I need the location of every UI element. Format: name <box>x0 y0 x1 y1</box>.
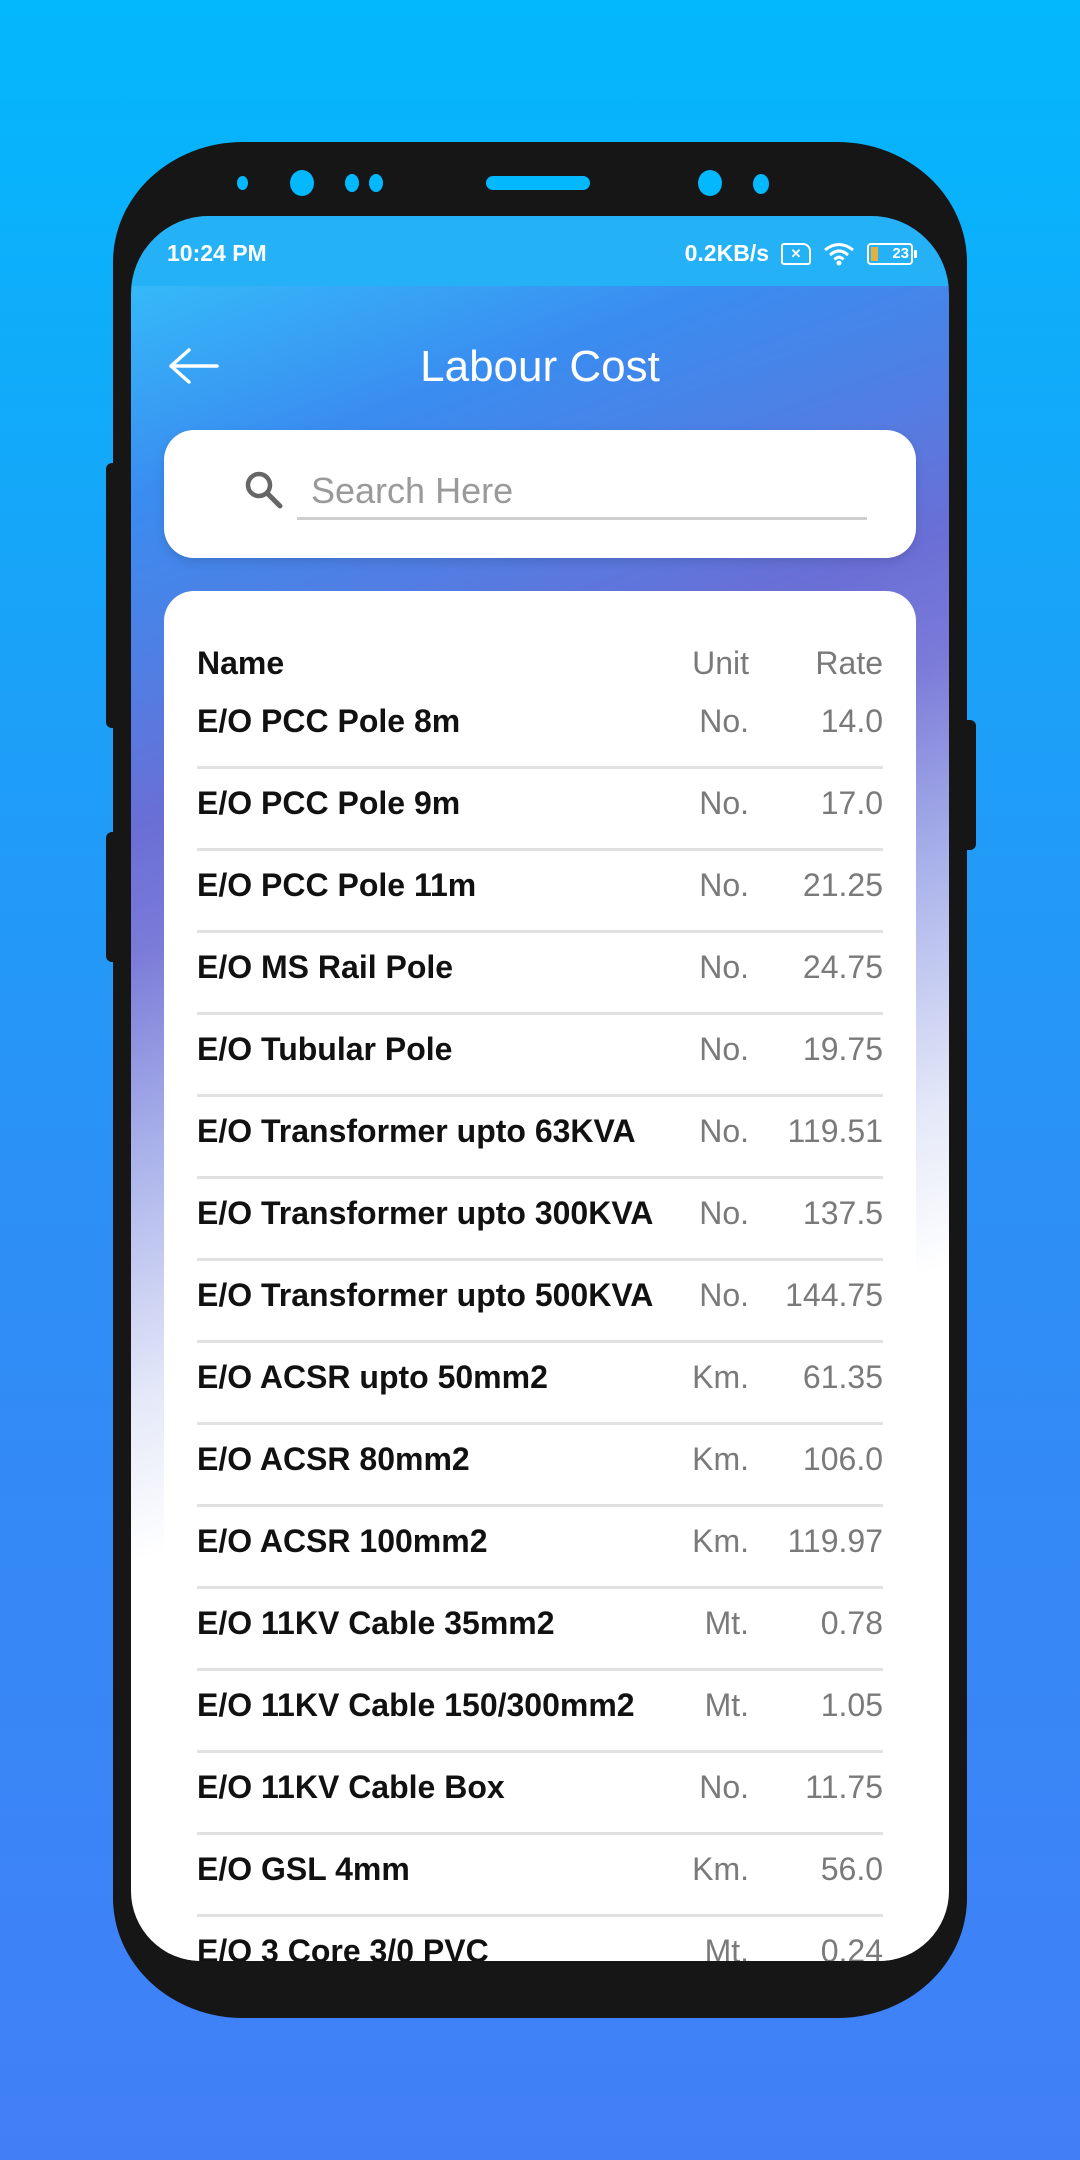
row-name: E/O MS Rail Pole <box>197 949 454 985</box>
table-row[interactable]: E/O Tubular Pole No. 19.75 <box>197 1015 883 1097</box>
labour-cost-table: Name Unit Rate E/O PCC Pole 8m No. 14.0 E/O… <box>164 591 916 1961</box>
status-icons: 0.2KB/s ✕ 23 <box>684 240 917 267</box>
row-rate: 0.78 <box>820 1605 883 1641</box>
row-unit: No. <box>699 1277 749 1313</box>
row-name: E/O PCC Pole 9m <box>197 785 461 821</box>
front-camera <box>290 170 314 196</box>
row-name: E/O ACSR 100mm2 <box>197 1523 488 1559</box>
table-row[interactable]: E/O Transformer upto 300KVA No. 137.5 <box>197 1179 883 1261</box>
column-header-unit: Unit <box>692 645 749 681</box>
row-unit: Mt. <box>704 1605 749 1641</box>
table-row[interactable]: E/O ACSR 80mm2 Km. 106.0 <box>197 1425 883 1507</box>
search-bar <box>164 430 916 558</box>
row-name: E/O PCC Pole 8m <box>197 703 461 739</box>
row-name: E/O Transformer upto 300KVA <box>197 1195 654 1231</box>
table-row[interactable]: E/O MS Rail Pole No. 24.75 <box>197 933 883 1015</box>
row-rate: 119.97 <box>787 1523 884 1559</box>
battery-level: 23 <box>892 244 909 262</box>
table-row[interactable]: E/O Transformer upto 500KVA No. 144.75 <box>197 1261 883 1343</box>
row-rate: 61.35 <box>802 1359 883 1395</box>
column-header-rate: Rate <box>815 645 883 681</box>
table-body: Name Unit Rate E/O PCC Pole 8m No. 14.0 E/O… <box>197 591 883 1961</box>
wifi-icon <box>824 242 854 265</box>
row-rate: 24.75 <box>802 949 883 985</box>
table-row[interactable]: E/O PCC Pole 9m No. 17.0 <box>197 769 883 851</box>
status-bar: 10:24 PM 0.2KB/s ✕ 23 <box>131 216 949 286</box>
search-input[interactable] <box>297 464 867 520</box>
table-row[interactable]: E/O 11KV Cable 150/300mm2 Mt. 1.05 <box>197 1671 883 1753</box>
table-row[interactable]: E/O ACSR 100mm2 Km. 119.97 <box>197 1507 883 1589</box>
table-row[interactable]: E/O GSL 4mm Km. 56.0 <box>197 1835 883 1917</box>
row-name: E/O GSL 4mm <box>197 1851 410 1887</box>
table-row[interactable]: E/O PCC Pole 11m No. 21.25 <box>197 851 883 933</box>
row-unit: Km. <box>692 1523 749 1559</box>
row-rate: 119.51 <box>787 1113 884 1149</box>
table-header: Name Unit Rate <box>197 591 883 687</box>
row-name: E/O Tubular Pole <box>197 1031 453 1067</box>
row-unit: No. <box>699 949 749 985</box>
row-name: E/O 11KV Cable 150/300mm2 <box>197 1687 635 1723</box>
row-name: E/O ACSR upto 50mm2 <box>197 1359 548 1395</box>
column-header-name: Name <box>197 645 285 681</box>
row-unit: Km. <box>692 1441 749 1477</box>
sim-missing-icon: ✕ <box>781 242 811 265</box>
battery-fill <box>871 246 878 261</box>
sensor-dot <box>753 174 769 194</box>
row-name: E/O Transformer upto 63KVA <box>197 1113 636 1149</box>
row-unit: No. <box>699 867 749 903</box>
row-name: E/O Transformer upto 500KVA <box>197 1277 654 1313</box>
network-speed: 0.2KB/s <box>684 240 769 266</box>
sensor-dot <box>369 174 383 192</box>
row-rate: 14.0 <box>820 703 883 739</box>
row-name: E/O ACSR 80mm2 <box>197 1441 470 1477</box>
row-unit: Mt. <box>704 1933 749 1961</box>
row-rate: 0.24 <box>820 1933 883 1961</box>
row-unit: Mt. <box>704 1687 749 1723</box>
row-unit: Km. <box>692 1359 749 1395</box>
app-header: Labour Cost <box>131 286 949 436</box>
table-row[interactable]: E/O Transformer upto 63KVA No. 119.51 <box>197 1097 883 1179</box>
row-rate: 144.75 <box>785 1277 883 1313</box>
row-rate: 19.75 <box>802 1031 883 1067</box>
row-name: E/O 11KV Cable 35mm2 <box>197 1605 555 1641</box>
sensor-dot <box>345 174 359 192</box>
row-name: E/O PCC Pole 11m <box>197 867 477 903</box>
table-row[interactable]: E/O 11KV Cable Box No. 11.75 <box>197 1753 883 1835</box>
row-rate: 1.05 <box>820 1687 883 1723</box>
battery-icon: 23 <box>867 242 917 265</box>
table-row[interactable]: E/O 11KV Cable 35mm2 Mt. 0.78 <box>197 1589 883 1671</box>
row-unit: No. <box>699 785 749 821</box>
earpiece-speaker <box>486 176 590 190</box>
table-row[interactable]: E/O ACSR upto 50mm2 Km. 61.35 <box>197 1343 883 1425</box>
row-rate: 21.25 <box>802 867 883 903</box>
sensor-dot <box>237 176 248 190</box>
row-unit: Km. <box>692 1851 749 1887</box>
row-unit: No. <box>699 703 749 739</box>
iris-camera <box>698 170 722 196</box>
row-rate: 17.0 <box>820 785 883 821</box>
row-unit: No. <box>699 1195 749 1231</box>
app-screen: 10:24 PM 0.2KB/s ✕ 23 Labour Cost Search… <box>131 216 949 1961</box>
row-rate: 137.5 <box>802 1195 883 1231</box>
status-time: 10:24 PM <box>167 240 267 266</box>
row-rate: 11.75 <box>805 1769 883 1805</box>
search-icon <box>245 471 283 509</box>
row-name: E/O 3 Core 3/0 PVC <box>197 1933 489 1961</box>
row-name: E/O 11KV Cable Box <box>197 1769 505 1805</box>
table-row[interactable]: E/O 3 Core 3/0 PVC Mt. 0.24 <box>197 1917 883 1961</box>
row-unit: No. <box>699 1769 749 1805</box>
page-title: Labour Cost <box>420 342 660 391</box>
row-rate: 56.0 <box>820 1851 883 1887</box>
row-unit: No. <box>699 1113 749 1149</box>
table-row[interactable]: E/O PCC Pole 8m No. 14.0 <box>197 687 883 769</box>
row-unit: No. <box>699 1031 749 1067</box>
row-rate: 106.0 <box>802 1441 883 1477</box>
